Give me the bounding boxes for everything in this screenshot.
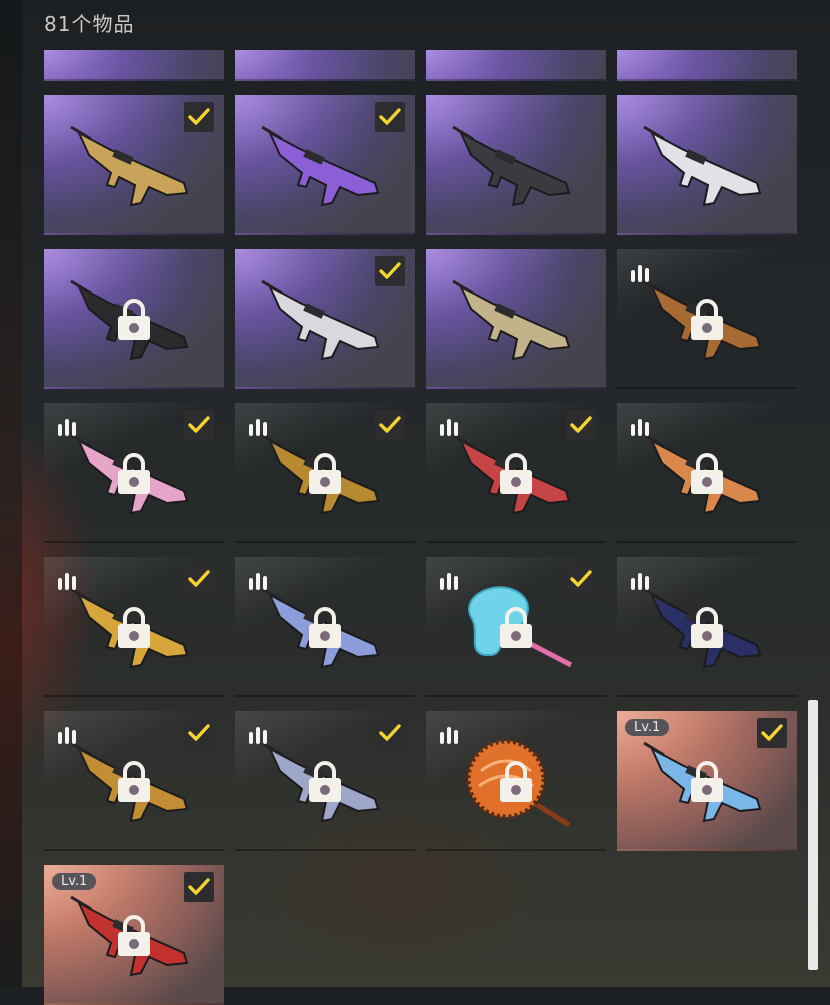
item-r1c4[interactable] xyxy=(617,95,797,235)
item-r4c4[interactable] xyxy=(617,557,797,697)
rifle-camo-icon xyxy=(452,279,571,361)
item-r4c3[interactable] xyxy=(426,557,606,697)
item-r5c2[interactable] xyxy=(235,711,415,851)
item-r4c2[interactable] xyxy=(235,557,415,697)
partial-tile-4[interactable] xyxy=(617,50,797,81)
item-r1c3[interactable] xyxy=(426,95,606,235)
checkmark-icon[interactable] xyxy=(375,256,405,286)
ammo-rarity-icon xyxy=(629,569,651,591)
ammo-rarity-icon xyxy=(247,569,269,591)
item-r2c4[interactable] xyxy=(617,249,797,389)
checkmark-icon[interactable] xyxy=(375,718,405,748)
lock-icon xyxy=(308,607,342,649)
lock-icon xyxy=(690,607,724,649)
item-r2c1[interactable] xyxy=(44,249,224,389)
item-count-label: 81个物品 xyxy=(44,12,135,36)
ammo-rarity-icon xyxy=(438,569,460,591)
checkmark-icon[interactable] xyxy=(184,564,214,594)
rifle-dark-icon xyxy=(452,125,571,207)
checkmark-icon[interactable] xyxy=(375,410,405,440)
ammo-rarity-icon xyxy=(629,415,651,437)
partial-tile-3[interactable] xyxy=(426,50,606,81)
ammo-rarity-icon xyxy=(438,723,460,745)
item-r1c1[interactable] xyxy=(44,95,224,235)
item-r5c1[interactable] xyxy=(44,711,224,851)
lock-icon xyxy=(117,761,151,803)
checkmark-icon[interactable] xyxy=(184,718,214,748)
lock-icon xyxy=(117,453,151,495)
ammo-rarity-icon xyxy=(629,261,651,283)
lock-icon xyxy=(117,607,151,649)
item-r4c1[interactable] xyxy=(44,557,224,697)
checkmark-icon[interactable] xyxy=(566,410,596,440)
rifle-silver-icon xyxy=(261,279,380,361)
checkmark-icon[interactable] xyxy=(566,564,596,594)
lock-icon xyxy=(499,453,533,495)
item-r6c1[interactable]: Lv.1 xyxy=(44,865,224,1005)
compact-rifle-icon xyxy=(70,125,189,207)
level-badge: Lv.1 xyxy=(52,873,97,890)
item-r1c2[interactable] xyxy=(235,95,415,235)
partial-tile-2[interactable] xyxy=(235,50,415,81)
ammo-rarity-icon xyxy=(56,723,78,745)
checkmark-icon[interactable] xyxy=(375,102,405,132)
rifle-white-icon xyxy=(643,125,762,207)
item-r3c1[interactable] xyxy=(44,403,224,543)
ammo-rarity-icon xyxy=(56,569,78,591)
lock-icon xyxy=(117,299,151,341)
lock-icon xyxy=(117,915,151,957)
item-r3c4[interactable] xyxy=(617,403,797,543)
lock-icon xyxy=(690,299,724,341)
scrollbar[interactable] xyxy=(808,700,818,970)
background-left-strip xyxy=(0,0,22,987)
item-r3c3[interactable] xyxy=(426,403,606,543)
lock-icon xyxy=(499,761,533,803)
checkmark-icon[interactable] xyxy=(757,718,787,748)
lock-icon xyxy=(690,761,724,803)
smg-purple-icon xyxy=(261,125,380,207)
ammo-rarity-icon xyxy=(247,415,269,437)
checkmark-icon[interactable] xyxy=(184,102,214,132)
item-r5c3[interactable] xyxy=(426,711,606,851)
item-r2c2[interactable] xyxy=(235,249,415,389)
lock-icon xyxy=(308,453,342,495)
lock-icon xyxy=(499,607,533,649)
partial-tile-1[interactable] xyxy=(44,50,224,81)
item-r5c4[interactable]: Lv.1 xyxy=(617,711,797,851)
checkmark-icon[interactable] xyxy=(184,410,214,440)
ammo-rarity-icon xyxy=(247,723,269,745)
lock-icon xyxy=(690,453,724,495)
item-r3c2[interactable] xyxy=(235,403,415,543)
ammo-rarity-icon xyxy=(56,415,78,437)
lock-icon xyxy=(308,761,342,803)
level-badge: Lv.1 xyxy=(625,719,670,736)
ammo-rarity-icon xyxy=(438,415,460,437)
item-r2c3[interactable] xyxy=(426,249,606,389)
checkmark-icon[interactable] xyxy=(184,872,214,902)
